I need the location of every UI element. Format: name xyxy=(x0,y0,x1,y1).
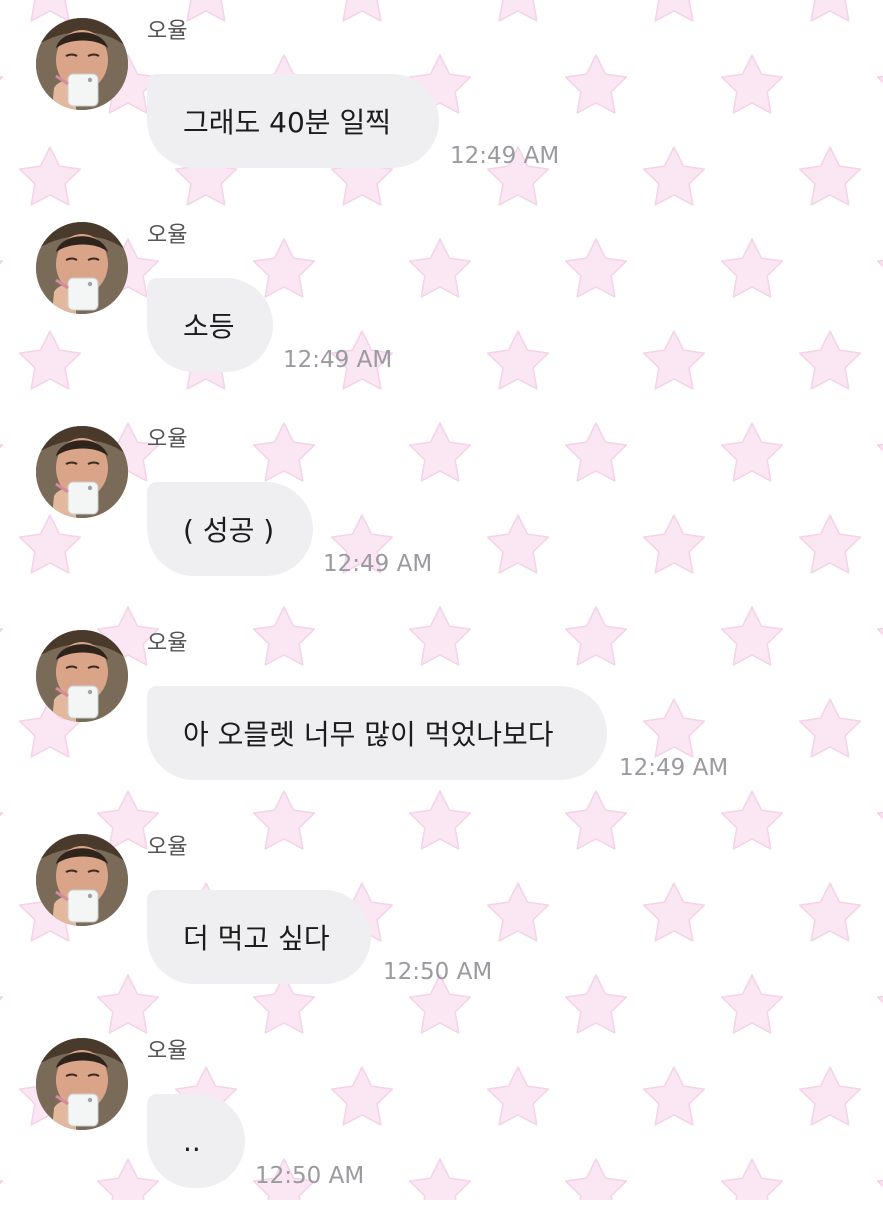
message-bubble[interactable]: ( 성공 ) xyxy=(147,482,313,576)
avatar[interactable] xyxy=(36,834,128,926)
message-text: 아 오믈렛 너무 많이 먹었나보다 xyxy=(183,718,554,751)
profile-photo xyxy=(36,18,128,110)
sender-name: 오율 xyxy=(147,1039,188,1064)
message-text: .. xyxy=(183,1124,201,1158)
message-bubble[interactable]: 더 먹고 싶다 xyxy=(147,890,371,984)
message-bubble[interactable]: .. xyxy=(147,1094,245,1188)
profile-photo xyxy=(36,426,128,518)
avatar[interactable] xyxy=(36,222,128,314)
message-item: 오율 소등 12:49 AM xyxy=(0,222,883,402)
message-time: 12:49 AM xyxy=(450,143,560,169)
avatar[interactable] xyxy=(36,18,128,110)
message-text: 소등 xyxy=(183,310,235,343)
sender-name: 오율 xyxy=(147,19,188,44)
message-text: 그래도 40분 일찍 xyxy=(183,106,391,139)
message-item: 오율 아 오믈렛 너무 많이 먹었나보다 12:49 AM xyxy=(0,630,883,810)
profile-photo xyxy=(36,630,128,722)
message-item: 오율 ( 성공 ) 12:49 AM xyxy=(0,426,883,606)
avatar[interactable] xyxy=(36,630,128,722)
message-bubble[interactable]: 소등 xyxy=(147,278,273,372)
profile-photo xyxy=(36,222,128,314)
message-bubble[interactable]: 그래도 40분 일찍 xyxy=(147,74,439,168)
message-time: 12:49 AM xyxy=(323,551,433,577)
avatar[interactable] xyxy=(36,426,128,518)
message-time: 12:49 AM xyxy=(619,755,729,781)
message-time: 12:49 AM xyxy=(283,347,393,373)
message-item: 오율 그래도 40분 일찍 12:49 AM xyxy=(0,18,883,198)
profile-photo xyxy=(36,834,128,926)
message-text: ( 성공 ) xyxy=(183,514,275,547)
message-text: 더 먹고 싶다 xyxy=(183,922,330,955)
sender-name: 오율 xyxy=(147,835,188,860)
message-item: 오율 더 먹고 싶다 12:50 AM xyxy=(0,834,883,1014)
sender-name: 오율 xyxy=(147,631,188,656)
avatar[interactable] xyxy=(36,1038,128,1130)
profile-photo xyxy=(36,1038,128,1130)
sender-name: 오율 xyxy=(147,223,188,248)
message-bubble[interactable]: 아 오믈렛 너무 많이 먹었나보다 xyxy=(147,686,607,780)
message-time: 12:50 AM xyxy=(255,1163,365,1189)
chat-feed[interactable]: 오율 그래도 40분 일찍 12:49 AM 오율 소등 12:49 AM 오율… xyxy=(0,0,883,1200)
message-time: 12:50 AM xyxy=(383,959,493,985)
message-item: 오율 .. 12:50 AM xyxy=(0,1038,883,1218)
sender-name: 오율 xyxy=(147,427,188,452)
